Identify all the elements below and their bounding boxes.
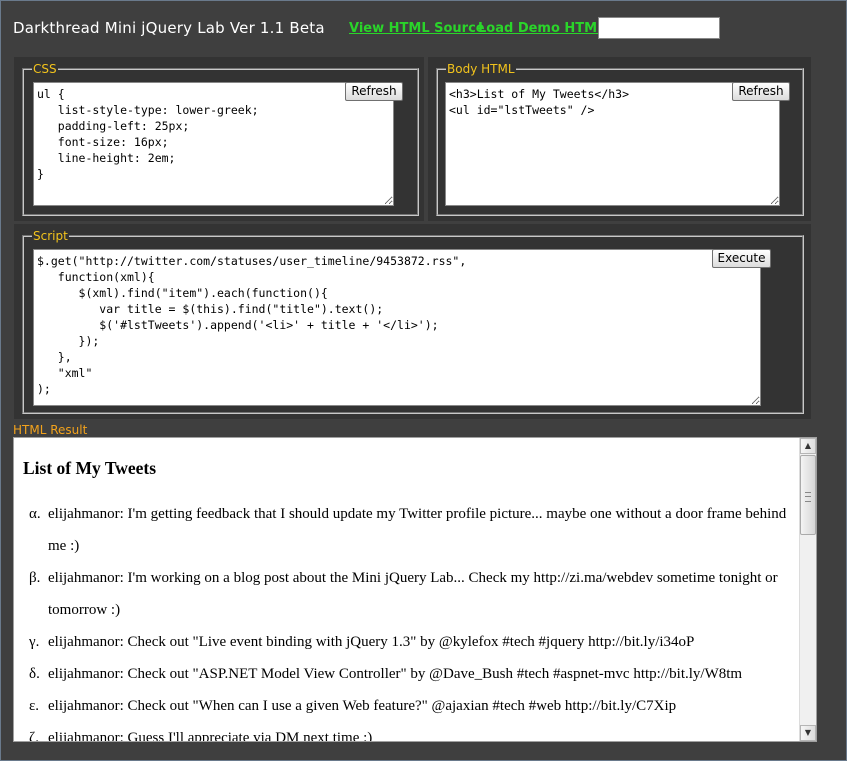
grip-icon	[805, 492, 811, 502]
list-marker: γ.	[29, 634, 40, 650]
list-item: δ. elijahmanor: Check out "ASP.NET Model …	[26, 658, 798, 690]
script-legend: Script	[33, 229, 68, 243]
header-text-input[interactable]	[598, 17, 720, 39]
body-html-editor[interactable]: <h3>List of My Tweets</h3> <ul id="lstTw…	[445, 82, 780, 206]
result-heading: List of My Tweets	[23, 458, 157, 478]
tweet-text: elijahmanor: Guess I'll appreciate via D…	[48, 730, 373, 741]
list-marker: α.	[29, 506, 41, 522]
list-item: γ. elijahmanor: Check out "Live event bin…	[26, 626, 798, 658]
scrollbar-thumb[interactable]	[800, 455, 816, 535]
html-result-label: HTML Result	[13, 423, 88, 437]
tweet-list: α. elijahmanor: I'm getting feedback that…	[26, 498, 798, 741]
list-item: ζ. elijahmanor: Guess I'll appreciate via…	[26, 722, 798, 741]
load-demo-html-link[interactable]: Load Demo HTML	[478, 21, 605, 36]
html-refresh-button[interactable]: Refresh	[732, 82, 790, 101]
tweet-text: elijahmanor: I'm working on a blog post …	[48, 570, 778, 618]
tweet-text: elijahmanor: Check out "Live event bindi…	[48, 634, 695, 650]
html-result-frame: List of My Tweets α. elijahmanor: I'm get…	[13, 437, 817, 742]
list-marker: ε.	[29, 698, 40, 714]
up-arrow-icon[interactable]: ▲	[800, 438, 816, 454]
tweet-text: elijahmanor: Check out "ASP.NET Model Vi…	[48, 666, 743, 682]
list-marker: δ.	[29, 666, 40, 682]
css-legend: CSS	[33, 62, 57, 76]
script-editor[interactable]: $.get("http://twitter.com/statuses/user_…	[33, 249, 761, 406]
app-title: Darkthread Mini jQuery Lab Ver 1.1 Beta	[13, 19, 325, 37]
list-marker: ζ.	[29, 730, 39, 741]
list-item: α. elijahmanor: I'm getting feedback that…	[26, 498, 798, 562]
result-scrollbar[interactable]: ▲ ▼	[799, 438, 816, 741]
css-refresh-button[interactable]: Refresh	[345, 82, 403, 101]
tweet-text: elijahmanor: I'm getting feedback that I…	[48, 506, 787, 554]
result-content: List of My Tweets α. elijahmanor: I'm get…	[14, 438, 800, 741]
execute-button[interactable]: Execute	[712, 249, 771, 268]
view-html-source-link[interactable]: View HTML Source	[349, 21, 485, 36]
down-arrow-icon[interactable]: ▼	[800, 725, 816, 741]
body-html-legend: Body HTML	[447, 62, 515, 76]
css-editor[interactable]: ul { list-style-type: lower-greek; paddi…	[33, 82, 394, 206]
tweet-text: elijahmanor: Check out "When can I use a…	[48, 698, 677, 714]
list-item: ε. elijahmanor: Check out "When can I use…	[26, 690, 798, 722]
list-marker: β.	[29, 570, 41, 586]
list-item: β. elijahmanor: I'm working on a blog pos…	[26, 562, 798, 626]
